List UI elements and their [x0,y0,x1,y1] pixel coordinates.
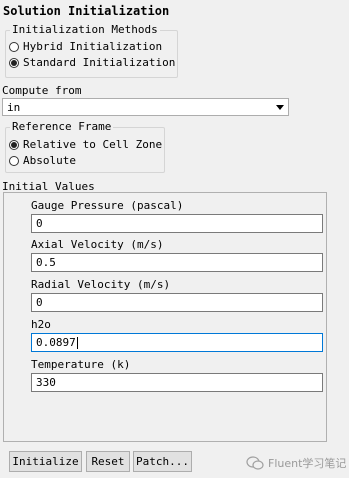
gauge-pressure-input[interactable]: 0 [31,214,323,233]
radio-absolute[interactable]: Absolute [9,154,76,168]
h2o-input[interactable]: 0.0897 [31,333,323,352]
axial-velocity-input[interactable]: 0.5 [31,253,323,272]
watermark-text: Fluent学习笔记 [268,457,347,470]
radio-label: Hybrid Initialization [23,40,163,53]
radial-velocity-label: Radial Velocity (m/s) [31,278,171,291]
radio-standard-initialization[interactable]: Standard Initialization [9,56,175,70]
radio-button-selected-icon[interactable] [9,140,19,150]
wechat-icon [246,456,264,470]
init-methods-group [5,30,178,78]
text-cursor [76,337,78,349]
panel-title: Solution Initialization [3,4,170,18]
compute-from-value: in [7,100,21,114]
initialize-button[interactable]: Initialize [9,451,82,472]
compute-from-label: Compute from [2,84,82,97]
axial-velocity-label: Axial Velocity (m/s) [31,238,164,251]
radio-label: Standard Initialization [23,56,176,69]
watermark: Fluent学习笔记 [246,455,346,471]
radio-label: Relative to Cell Zone [23,138,163,151]
radio-relative-to-cell-zone[interactable]: Relative to Cell Zone [9,138,162,152]
radio-hybrid-initialization[interactable]: Hybrid Initialization [9,40,162,54]
temperature-input[interactable]: 330 [31,373,323,392]
reference-frame-legend: Reference Frame [10,120,114,133]
radial-velocity-input[interactable]: 0 [31,293,323,312]
temperature-label: Temperature (k) [31,358,131,371]
init-methods-legend: Initialization Methods [10,23,160,36]
gauge-pressure-label: Gauge Pressure (pascal) [31,199,184,212]
chevron-down-icon[interactable] [276,104,284,110]
radio-label: Absolute [23,154,76,167]
radio-button-selected-icon[interactable] [9,58,19,68]
compute-from-dropdown[interactable]: in [2,98,289,116]
h2o-value: 0.0897 [36,336,76,349]
radio-button-icon[interactable] [9,42,19,52]
radio-button-icon[interactable] [9,156,19,166]
h2o-label: h2o [31,318,51,331]
reset-button[interactable]: Reset [86,451,130,472]
patch-button[interactable]: Patch... [133,451,192,472]
